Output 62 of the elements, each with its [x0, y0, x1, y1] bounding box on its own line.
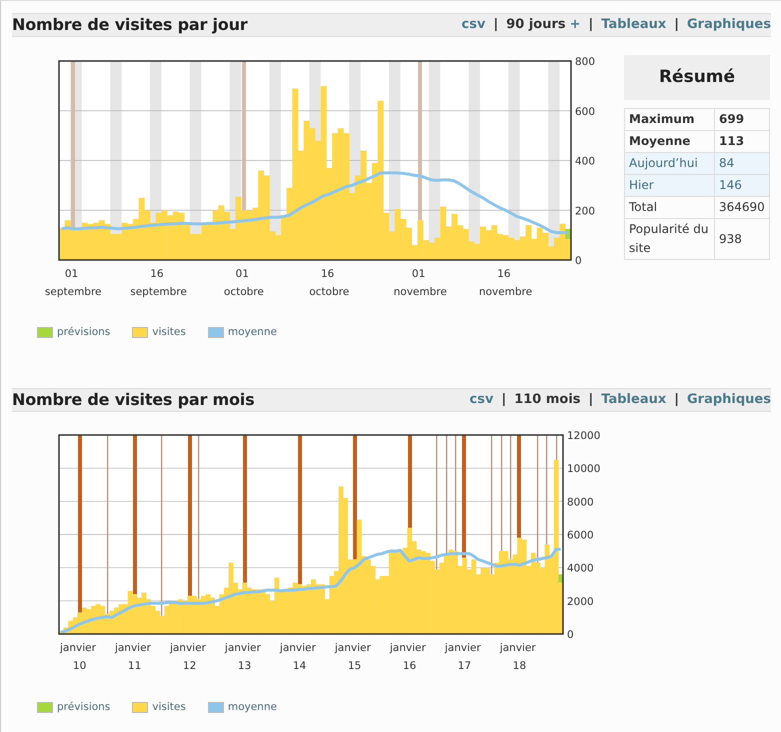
stat-value: 84 — [714, 152, 770, 174]
y-tick-label: 600 — [575, 106, 596, 118]
x-tick-label: janvier 16 — [390, 642, 426, 672]
header-link[interactable]: Tableaux — [601, 390, 666, 410]
x-tick-label: janvier 18 — [500, 642, 536, 672]
x-tick-label: 01 septembre — [44, 268, 102, 298]
y-tick-label: 2000 — [567, 596, 594, 608]
stat-label: Aujourd’hui — [624, 152, 714, 174]
x-tick-label: janvier 14 — [280, 642, 316, 672]
y-tick-label: 4000 — [567, 562, 594, 574]
y-tick-label: 8000 — [567, 496, 594, 508]
y-tick-label: 6000 — [567, 529, 594, 542]
stat-label: Total — [624, 196, 714, 218]
stat-label: Popularité du site — [624, 218, 714, 260]
month-marker — [556, 434, 558, 460]
y-tick-label: 10000 — [567, 462, 600, 475]
header-link[interactable]: Graphiques — [687, 390, 771, 410]
x-tick-label: janvier 13 — [224, 642, 261, 672]
x-tick-label: 16 novembre — [478, 268, 532, 298]
header-link[interactable]: Tableaux — [601, 15, 666, 35]
stat-label: Hier — [624, 174, 714, 196]
x-tick-label: janvier 15 — [334, 642, 371, 672]
x-tick-label: janvier 12 — [170, 642, 206, 672]
x-tick-label: 01 octobre — [224, 268, 264, 298]
separator: | — [588, 391, 594, 409]
legend-label: moyenne — [228, 700, 277, 715]
separator: | — [588, 16, 594, 34]
stat-value: 146 — [714, 174, 770, 196]
stat-value: 938 — [714, 218, 770, 260]
x-tick-label: janvier 10 — [60, 642, 96, 672]
y-tick-label: 0 — [567, 628, 574, 641]
legend-label: prévisions — [57, 700, 110, 715]
separator: | — [493, 16, 498, 34]
legend-label: visites — [152, 700, 186, 715]
x-tick-label: janvier 11 — [114, 642, 151, 672]
period-label: 90 jours — [506, 16, 566, 34]
y-tick-label: 400 — [575, 156, 596, 168]
legend-label: prévisions — [57, 325, 110, 340]
stat-value: 364690 — [714, 196, 770, 218]
period-label: 110 mois — [514, 391, 581, 409]
separator: | — [674, 16, 679, 34]
header-link[interactable]: csv — [462, 15, 486, 35]
x-tick-label: 16 octobre — [309, 268, 350, 298]
header-link[interactable]: csv — [470, 390, 494, 410]
y-tick-label: 200 — [575, 205, 596, 218]
x-tick-label: 01 novembre — [394, 268, 447, 298]
stat-value: 699 — [714, 108, 770, 130]
section-title: Nombre de visites par mois — [12, 388, 254, 411]
section-title: Nombre de visites par jour — [12, 14, 248, 36]
y-tick-label: 0 — [575, 255, 582, 267]
summary-title: Résumé — [624, 55, 770, 100]
stat-label: Maximum — [624, 108, 714, 130]
separator: | — [674, 391, 679, 409]
x-tick-label: janvier 17 — [444, 642, 481, 672]
y-tick-label: 800 — [575, 56, 596, 68]
x-tick-label: 16 septembre — [130, 268, 187, 298]
header-link[interactable]: + — [570, 15, 581, 35]
header-link[interactable]: Graphiques — [687, 15, 771, 35]
legend-label: moyenne — [228, 325, 277, 340]
y-tick-label: 12000 — [567, 430, 600, 442]
legend-label: visites — [152, 325, 186, 340]
separator: | — [501, 391, 506, 409]
